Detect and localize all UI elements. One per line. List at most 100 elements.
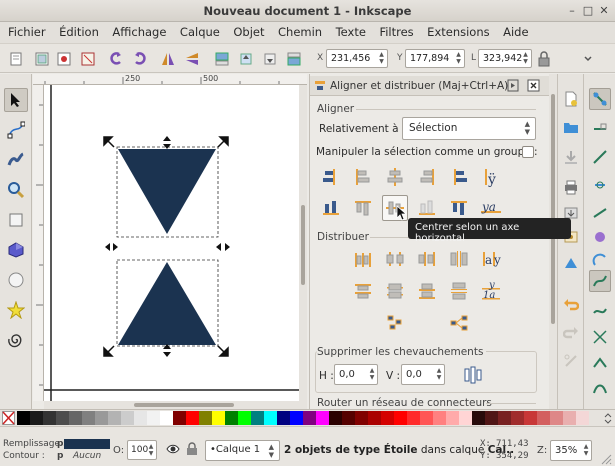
palette-swatch[interactable] [30, 411, 43, 425]
palette-swatch[interactable] [186, 411, 199, 425]
distribute-bottom-edges-icon[interactable] [414, 278, 440, 304]
snap-smooth-nodes-icon[interactable] [589, 378, 611, 400]
menu-texte[interactable]: Texte [331, 22, 371, 39]
palette-swatch[interactable] [316, 411, 329, 425]
opacity-spinner[interactable]: ▲ ▼ [147, 443, 155, 457]
palette-swatch[interactable] [225, 411, 238, 425]
maximize-button[interactable]: □ [581, 4, 595, 18]
dock-scrollbar[interactable] [549, 74, 557, 409]
palette-swatch[interactable] [524, 411, 537, 425]
palette-swatch[interactable] [459, 411, 472, 425]
rectangle-tool-icon[interactable] [4, 208, 28, 232]
palette-swatch[interactable] [303, 411, 316, 425]
stroke-value[interactable]: Aucun [73, 451, 101, 461]
undo-icon[interactable] [560, 294, 582, 316]
3d-box-tool-icon[interactable] [4, 238, 28, 262]
no-paint-swatch[interactable] [2, 411, 15, 425]
snap-toggle-icon[interactable] [589, 88, 611, 110]
toolbar-overflow-icon[interactable] [578, 49, 598, 69]
open-document-icon[interactable] [560, 116, 582, 138]
palette-swatch[interactable] [251, 411, 264, 425]
zoom-spinner[interactable]: ▲ ▼ [582, 443, 590, 457]
opacity-field[interactable]: 100 ▲ ▼ [127, 440, 157, 460]
snap-bbox-icon[interactable] [589, 118, 611, 140]
distribute-centers-vertical-icon[interactable] [382, 278, 408, 304]
palette-swatch[interactable] [108, 411, 121, 425]
group-selection-checkbox[interactable] [522, 146, 534, 158]
align-left-edges-icon[interactable] [350, 164, 376, 190]
palette-swatch[interactable] [95, 411, 108, 425]
h-gap-spinner[interactable]: ▲ ▼ [368, 367, 376, 381]
selector-tool-icon[interactable] [4, 88, 28, 112]
palette-swatch[interactable] [238, 411, 251, 425]
remove-overlaps-icon[interactable] [460, 362, 486, 388]
menu-objet[interactable]: Objet [228, 22, 269, 39]
h-gap-field[interactable]: 0,0 ▲ ▼ [334, 364, 378, 385]
palette-swatch[interactable] [420, 411, 433, 425]
layer-lock-icon[interactable] [186, 442, 198, 459]
palette-swatch[interactable] [576, 411, 589, 425]
palette-swatch[interactable] [342, 411, 355, 425]
center-vertical-axis-icon[interactable] [382, 164, 408, 190]
palette-swatch[interactable] [43, 411, 56, 425]
palette-swatch[interactable] [563, 411, 576, 425]
canvas-vertical-scrollbar[interactable] [299, 85, 307, 401]
palette-swatch[interactable] [147, 411, 160, 425]
palette-swatch[interactable] [394, 411, 407, 425]
distribute-gaps-vertical-icon[interactable] [446, 278, 472, 304]
palette-swatch[interactable] [160, 411, 173, 425]
layer-visibility-icon[interactable] [166, 443, 180, 458]
palette-swatch[interactable] [56, 411, 69, 425]
menu-fichier[interactable]: Fichier [0, 22, 51, 39]
distribute-gaps-horizontal-icon[interactable] [446, 246, 472, 272]
palette-swatch[interactable] [329, 411, 342, 425]
close-button[interactable]: ✕ [597, 4, 611, 18]
width-field[interactable]: 323,942 ▲ ▼ [478, 49, 532, 68]
distribute-centers-horizontal-icon[interactable] [382, 246, 408, 272]
menu-edition[interactable]: Édition [54, 22, 104, 39]
palette-swatch[interactable] [277, 411, 290, 425]
menu-extensions[interactable]: Extensions [422, 22, 494, 39]
palette-swatch[interactable] [498, 411, 511, 425]
raise-icon[interactable] [236, 49, 256, 69]
palette-swatch[interactable] [355, 411, 368, 425]
layer-select[interactable]: •Calque 1 ▲ ▼ [205, 440, 280, 461]
palette-swatch[interactable] [134, 411, 147, 425]
y-coord-field[interactable]: 177,894 ▲ ▼ [405, 49, 465, 68]
palette-swatch[interactable] [407, 411, 420, 425]
menu-chemin[interactable]: Chemin [273, 22, 327, 39]
dock-close-icon[interactable] [527, 79, 540, 95]
lower-icon[interactable] [260, 49, 280, 69]
select-same-icon[interactable] [54, 49, 74, 69]
y-coord-spinner[interactable]: ▲ ▼ [454, 51, 463, 66]
fill-color-indicator[interactable] [64, 439, 110, 449]
distribute-left-edges-icon[interactable] [350, 246, 376, 272]
zoom-field[interactable]: 35% ▲ ▼ [550, 440, 592, 461]
palette-swatch[interactable] [550, 411, 563, 425]
align-bottom-to-top-icon[interactable] [318, 195, 344, 221]
export-bitmap-icon[interactable] [560, 252, 582, 274]
snap-bbox-edges-icon[interactable] [589, 146, 611, 168]
minimize-button[interactable]: – [565, 4, 579, 18]
palette-swatch[interactable] [485, 411, 498, 425]
tweak-tool-icon[interactable] [4, 148, 28, 172]
rotate-ccw-icon[interactable] [106, 49, 126, 69]
align-text-anchors-icon[interactable]: ÿ [478, 164, 504, 190]
distribute-text-anchors-icon[interactable]: ay [478, 246, 504, 272]
palette-swatch[interactable] [173, 411, 186, 425]
flip-vertical-icon[interactable] [182, 49, 202, 69]
star-tool-icon[interactable] [4, 298, 28, 322]
distribute-right-edges-icon[interactable] [414, 246, 440, 272]
palette-swatch[interactable] [82, 411, 95, 425]
palette-swatch[interactable] [17, 411, 30, 425]
palette-swatch[interactable] [69, 411, 82, 425]
unclump-objects-icon[interactable] [446, 310, 472, 336]
align-left-to-right-edge-icon[interactable] [446, 164, 472, 190]
palette-swatch[interactable] [446, 411, 459, 425]
x-coord-field[interactable]: 231,456 ▲ ▼ [326, 49, 388, 68]
zoom-tool-icon[interactable] [4, 178, 28, 202]
canvas-vscroll-thumb[interactable] [301, 205, 305, 285]
snap-midpoints-icon[interactable] [589, 202, 611, 224]
align-right-edges-icon[interactable] [414, 164, 440, 190]
snap-cusp-nodes-icon[interactable] [589, 352, 611, 374]
